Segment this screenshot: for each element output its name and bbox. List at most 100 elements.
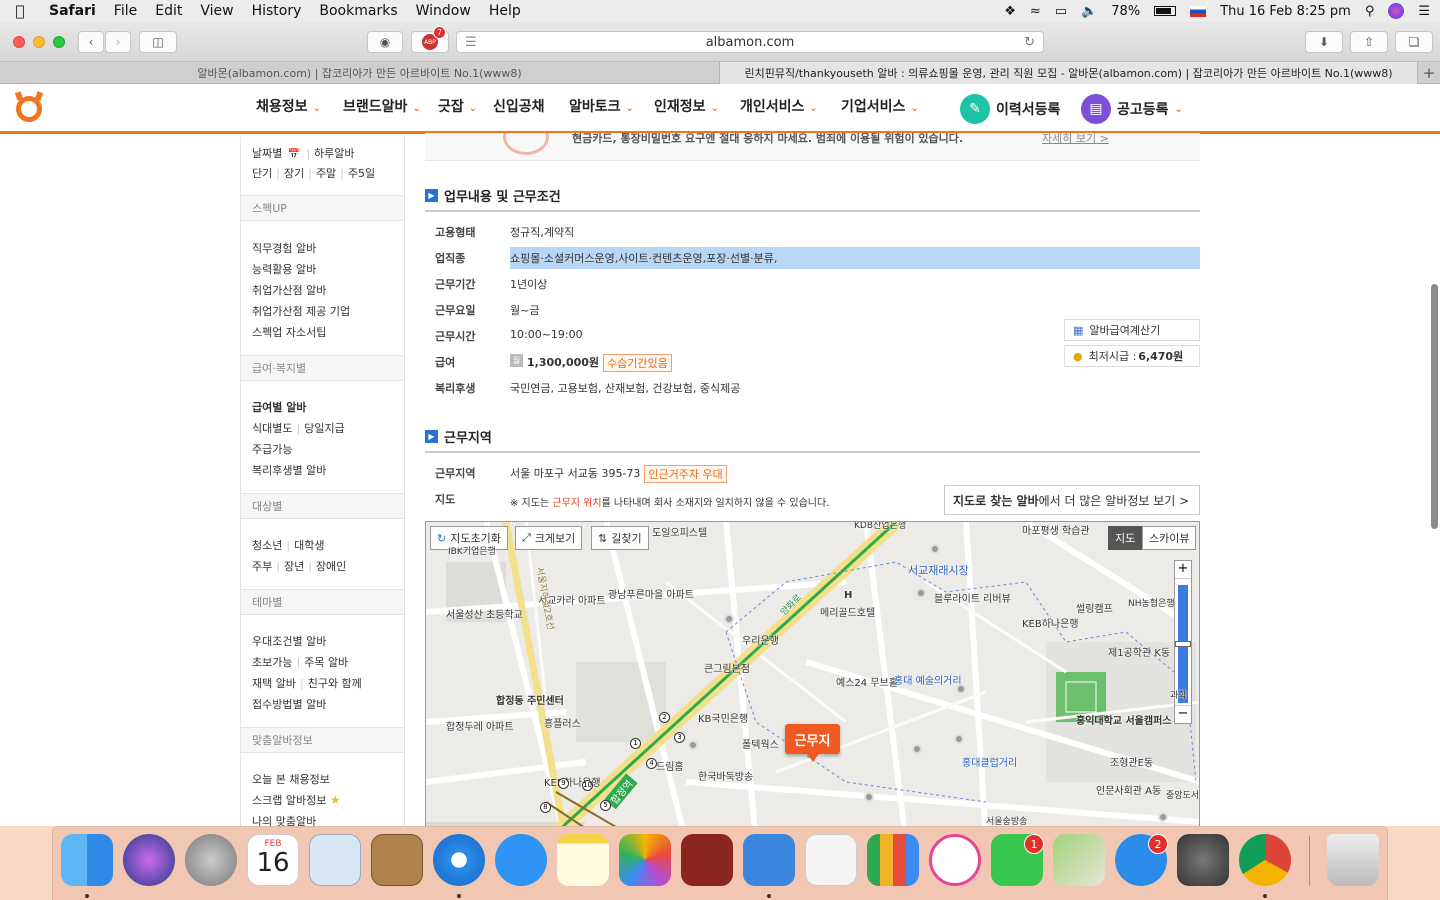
resume-register-button[interactable]: ✎ 이력서등록 bbox=[960, 94, 1060, 124]
menu-edit[interactable]: Edit bbox=[146, 3, 191, 19]
workplace-marker[interactable]: 근무지 bbox=[785, 724, 840, 762]
nav-talent-info[interactable]: 인재정보 ⌄ bbox=[654, 96, 719, 116]
menu-app-name[interactable]: Safari bbox=[40, 3, 105, 19]
map-type-skyview-button[interactable]: 스카이뷰 bbox=[1142, 526, 1197, 550]
sidebar-link-one-day[interactable]: 하루알바 bbox=[314, 147, 354, 160]
close-window-button[interactable] bbox=[13, 36, 25, 48]
notification-center-icon[interactable]: ☰ bbox=[1418, 4, 1430, 19]
sidebar-link-beginner[interactable]: 초보가능 bbox=[252, 656, 292, 669]
nav-alba-talk[interactable]: 알바토크 ⌄ bbox=[569, 96, 634, 116]
map-enlarge-button[interactable]: ⤢ 크게보기 bbox=[515, 526, 583, 550]
location-map[interactable]: ↻ 지도초기화 ⤢ 크게보기 ⇅ 길찾기 지도 스카이뷰 + − 서교재래시장 블루라… bbox=[425, 521, 1200, 826]
battery-icon[interactable] bbox=[1154, 6, 1177, 16]
safety-detail-link[interactable]: 자세히 보기 > bbox=[1042, 133, 1109, 146]
battery-percent[interactable]: 78% bbox=[1111, 4, 1140, 19]
chrome-icon[interactable] bbox=[1239, 834, 1291, 886]
system-preferences-icon[interactable] bbox=[1177, 834, 1229, 886]
forward-button[interactable]: › bbox=[105, 31, 131, 53]
new-tab-button[interactable]: + bbox=[1418, 62, 1440, 84]
sidebar-link-cover-letter[interactable]: 스펙업 자소서팁 bbox=[252, 324, 326, 340]
sidebar-link-apply-method[interactable]: 접수방법별 알바 bbox=[252, 696, 326, 712]
menu-bookmarks[interactable]: Bookmarks bbox=[310, 3, 406, 19]
back-button[interactable]: ‹ bbox=[78, 31, 104, 53]
sidebar-link-viewed-today[interactable]: 오늘 본 채용정보 bbox=[252, 771, 330, 787]
sidebar-link-housewife[interactable]: 주부 bbox=[252, 560, 272, 573]
minimize-window-button[interactable] bbox=[33, 36, 45, 48]
messages-icon[interactable] bbox=[495, 834, 547, 886]
wifi-icon[interactable]: ≈ bbox=[1030, 4, 1041, 19]
sidebar-link-bonus-points[interactable]: 취업가산점 알바 bbox=[252, 282, 326, 298]
downloads-button[interactable]: ⬇ bbox=[1305, 31, 1343, 53]
photo-booth-icon[interactable] bbox=[681, 834, 733, 886]
menu-help[interactable]: Help bbox=[480, 3, 530, 19]
tab-albamon-home[interactable]: 알바몬(albamon.com) | 잡코리아가 만든 아르바이트 No.1(w… bbox=[0, 62, 720, 84]
page-scrollbar[interactable] bbox=[1431, 284, 1438, 529]
nav-personal-service[interactable]: 개인서비스 ⌄ bbox=[740, 96, 818, 116]
sidebar-link-scrap[interactable]: 스크랩 알바정보 bbox=[252, 794, 326, 807]
menu-file[interactable]: File bbox=[105, 3, 146, 19]
sidebar-link-by-date[interactable]: 날짜별 bbox=[252, 147, 282, 160]
volume-icon[interactable]: 🔈 bbox=[1081, 4, 1097, 19]
sidebar-link-disabled[interactable]: 장애인 bbox=[316, 560, 346, 573]
job-post-register-button[interactable]: ▤ 공고등록 ⌄ bbox=[1081, 94, 1183, 124]
sidebar-link-featured[interactable]: 주목 알바 bbox=[304, 656, 348, 669]
airplay-icon[interactable]: ▭ bbox=[1055, 4, 1067, 19]
sidebar-link-weekend[interactable]: 주말 bbox=[316, 167, 336, 180]
siri-icon[interactable] bbox=[123, 834, 175, 886]
siri-icon[interactable] bbox=[1388, 3, 1405, 19]
spotlight-search-icon[interactable]: ⚲ bbox=[1365, 4, 1375, 19]
sidebar-link-my-custom[interactable]: 나의 맞춤알바 bbox=[252, 813, 316, 826]
numbers-icon[interactable] bbox=[867, 834, 919, 886]
reload-icon[interactable]: ↻ bbox=[1024, 35, 1035, 50]
map-job-search-link[interactable]: 지도로 찾는 알바 에서 더 많은 알바정보 보기 > bbox=[944, 485, 1200, 515]
zoom-out-button[interactable]: − bbox=[1175, 705, 1191, 723]
sidebar-toggle-icon[interactable]: ◫ bbox=[139, 31, 177, 53]
tab-overview-button[interactable]: ❏ bbox=[1395, 31, 1433, 53]
nav-new-recruit[interactable]: 신입공채 bbox=[493, 96, 545, 116]
itunes-icon[interactable] bbox=[929, 834, 981, 886]
tab-job-post[interactable]: 린치핀뮤직/thankyouseth 알바 : 의류쇼핑몰 운영, 관리 직원 … bbox=[720, 62, 1418, 84]
zoom-in-button[interactable]: + bbox=[1175, 561, 1191, 579]
map-type-map-button[interactable]: 지도 bbox=[1108, 526, 1143, 550]
trash-icon[interactable] bbox=[1327, 834, 1379, 886]
map-directions-button[interactable]: ⇅ 길찾기 bbox=[591, 526, 649, 550]
menu-window[interactable]: Window bbox=[407, 3, 480, 19]
sidebar-link-5days[interactable]: 주5일 bbox=[348, 167, 375, 180]
nav-job-info[interactable]: 채용정보 ⌄ bbox=[256, 96, 321, 116]
sidebar-link-with-friends[interactable]: 친구와 함께 bbox=[308, 677, 362, 690]
notes-icon[interactable] bbox=[557, 834, 609, 886]
adblock-extension-button[interactable]: ABP 7 bbox=[411, 26, 449, 53]
sidebar-link-skill[interactable]: 능력활용 알바 bbox=[252, 261, 316, 277]
keynote-icon[interactable] bbox=[743, 834, 795, 886]
contacts-icon[interactable] bbox=[371, 834, 423, 886]
menu-view[interactable]: View bbox=[191, 3, 242, 19]
sidebar-link-meal[interactable]: 식대별도 bbox=[252, 422, 292, 435]
sidebar-link-bonus-company[interactable]: 취업가산점 제공 기업 bbox=[252, 303, 350, 319]
pages-icon[interactable] bbox=[805, 834, 857, 886]
input-source-flag-icon[interactable] bbox=[1190, 5, 1207, 17]
sidebar-link-welfare[interactable]: 복리후생별 알바 bbox=[252, 462, 326, 478]
photos-icon[interactable] bbox=[619, 834, 671, 886]
zoom-window-button[interactable] bbox=[53, 36, 65, 48]
share-button[interactable]: ⇧ bbox=[1350, 31, 1388, 53]
nav-brand-alba[interactable]: 브랜드알바 ⌄ bbox=[343, 96, 421, 116]
zoom-slider-handle[interactable] bbox=[1175, 641, 1191, 647]
calendar-icon[interactable]: FEB 16 bbox=[247, 834, 299, 886]
grammarly-extension-icon[interactable]: ◉ bbox=[367, 31, 403, 53]
mail-preview-icon[interactable] bbox=[309, 834, 361, 886]
maps-icon[interactable] bbox=[1053, 834, 1105, 886]
nav-goodjob[interactable]: 긋잡 ⌄ bbox=[438, 96, 477, 116]
sidebar-link-job-experience[interactable]: 직무경험 알바 bbox=[252, 240, 316, 256]
menubar-clock[interactable]: Thu 16 Feb 8:25 pm bbox=[1220, 4, 1351, 19]
sidebar-link-preferred[interactable]: 우대조건별 알바 bbox=[252, 633, 326, 649]
apple-menu-icon[interactable]:  bbox=[0, 2, 40, 20]
dropbox-icon[interactable]: ❖ bbox=[1004, 4, 1016, 19]
reader-view-icon[interactable]: ☰ bbox=[465, 35, 477, 50]
sidebar-link-college[interactable]: 대학생 bbox=[294, 539, 324, 552]
sidebar-link-teen[interactable]: 청소년 bbox=[252, 539, 282, 552]
sidebar-link-weekly[interactable]: 주급가능 bbox=[252, 441, 292, 457]
finder-icon[interactable] bbox=[61, 834, 113, 886]
sidebar-link-senior[interactable]: 장년 bbox=[284, 560, 304, 573]
sidebar-link-home-work[interactable]: 재택 알바 bbox=[252, 677, 296, 690]
address-bar[interactable]: ☰ albamon.com ↻ bbox=[456, 31, 1044, 53]
